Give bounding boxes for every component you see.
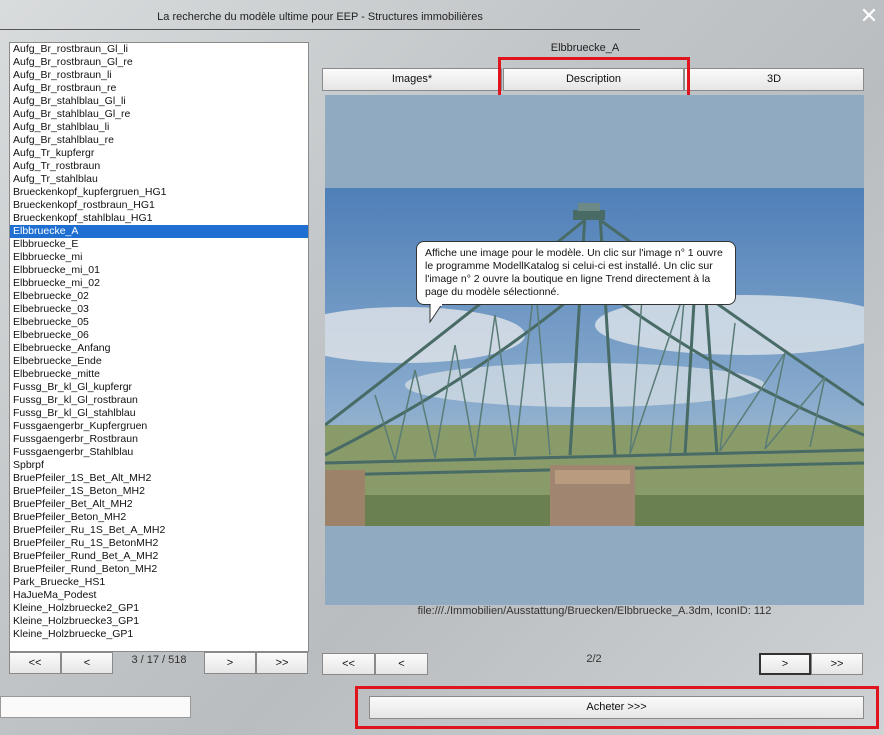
list-item[interactable]: Elbbruecke_mi_02 — [10, 277, 308, 290]
list-item[interactable]: Fussg_Br_kl_Gl_stahlblau — [10, 407, 308, 420]
list-item[interactable]: Elbbruecke_mi — [10, 251, 308, 264]
file-path: file:///./Immobilien/Ausstattung/Bruecke… — [417, 605, 772, 617]
list-item[interactable]: Kleine_Holzbruecke2_GP1 — [10, 602, 308, 615]
tooltip-tail-icon — [429, 304, 443, 324]
list-item[interactable]: Fussg_Br_kl_Gl_rostbraun — [10, 394, 308, 407]
image-last-button[interactable]: >> — [811, 653, 863, 675]
tab-images[interactable]: Images* — [322, 68, 502, 91]
list-item[interactable]: BruePfeiler_1S_Beton_MH2 — [10, 485, 308, 498]
list-item[interactable]: Aufg_Tr_rostbraun — [10, 160, 308, 173]
image-prev-button[interactable]: < — [375, 653, 428, 675]
list-item[interactable]: Aufg_Br_stahlblau_Gl_li — [10, 95, 308, 108]
help-tooltip: Affiche une image pour le modèle. Un cli… — [416, 241, 736, 305]
list-item[interactable]: Aufg_Br_rostbraun_li — [10, 69, 308, 82]
list-item[interactable]: Kleine_Holzbruecke3_GP1 — [10, 615, 308, 628]
list-item[interactable]: Aufg_Br_rostbraun_Gl_re — [10, 56, 308, 69]
list-item[interactable]: Elbebruecke_02 — [10, 290, 308, 303]
list-item[interactable]: Elbebruecke_Anfang — [10, 342, 308, 355]
list-prev-button[interactable]: < — [61, 652, 113, 674]
list-item[interactable]: Kleine_Holzbruecke_GP1 — [10, 628, 308, 641]
list-counter: 3 / 17 / 518 — [131, 654, 187, 666]
image-first-button[interactable]: << — [322, 653, 375, 675]
list-last-button[interactable]: >> — [256, 652, 308, 674]
list-item[interactable]: Fussgaengerbr_Stahlblau — [10, 446, 308, 459]
image-counter: 2/2 — [586, 653, 602, 665]
list-item[interactable]: BruePfeiler_Rund_Bet_A_MH2 — [10, 550, 308, 563]
list-next-button[interactable]: > — [204, 652, 256, 674]
list-item[interactable]: Aufg_Tr_kupfergr — [10, 147, 308, 160]
list-item[interactable]: Aufg_Br_stahlblau_li — [10, 121, 308, 134]
list-item[interactable]: Elbbruecke_mi_01 — [10, 264, 308, 277]
list-item[interactable]: Aufg_Br_stahlblau_Gl_re — [10, 108, 308, 121]
tab-3d[interactable]: 3D — [684, 68, 864, 91]
close-icon[interactable]: ✕ — [858, 5, 880, 28]
list-item[interactable]: Elbebruecke_03 — [10, 303, 308, 316]
list-item[interactable]: HaJueMa_Podest — [10, 589, 308, 602]
list-first-button[interactable]: << — [9, 652, 61, 674]
list-item[interactable]: Elbbruecke_A — [10, 225, 308, 238]
list-item[interactable]: Fussgaengerbr_Kupfergruen — [10, 420, 308, 433]
model-preview-image[interactable] — [325, 95, 864, 605]
list-item[interactable]: Elbebruecke_mitte — [10, 368, 308, 381]
list-item[interactable]: Brueckenkopf_rostbraun_HG1 — [10, 199, 308, 212]
list-item[interactable]: BruePfeiler_Beton_MH2 — [10, 511, 308, 524]
bridge-illustration — [325, 95, 864, 605]
image-next-button[interactable]: > — [759, 653, 811, 675]
list-item[interactable]: Brueckenkopf_stahlblau_HG1 — [10, 212, 308, 225]
list-item[interactable]: Spbrpf — [10, 459, 308, 472]
model-name: Elbbruecke_A — [550, 42, 620, 54]
list-item[interactable]: Aufg_Br_rostbraun_Gl_li — [10, 43, 308, 56]
list-item[interactable]: BruePfeiler_1S_Bet_Alt_MH2 — [10, 472, 308, 485]
list-item[interactable]: BruePfeiler_Ru_1S_Bet_A_MH2 — [10, 524, 308, 537]
list-item[interactable]: BruePfeiler_Rund_Beton_MH2 — [10, 563, 308, 576]
list-item[interactable]: Elbebruecke_05 — [10, 316, 308, 329]
window-title: La recherche du modèle ultime pour EEP -… — [0, 5, 640, 30]
model-list[interactable]: Aufg_Br_rostbraun_Gl_li Aufg_Br_rostbraun… — [9, 42, 309, 652]
list-item[interactable]: Brueckenkopf_kupfergruen_HG1 — [10, 186, 308, 199]
list-item[interactable]: Aufg_Br_rostbraun_re — [10, 82, 308, 95]
list-item[interactable]: Aufg_Tr_stahlblau — [10, 173, 308, 186]
list-item[interactable]: Fussg_Br_kl_Gl_kupfergr — [10, 381, 308, 394]
buy-highlight — [355, 686, 879, 729]
list-item[interactable]: BruePfeiler_Bet_Alt_MH2 — [10, 498, 308, 511]
list-item[interactable]: Aufg_Br_stahlblau_re — [10, 134, 308, 147]
list-item[interactable]: Fussgaengerbr_Rostbraun — [10, 433, 308, 446]
list-item[interactable]: Elbebruecke_06 — [10, 329, 308, 342]
list-item[interactable]: Park_Bruecke_HS1 — [10, 576, 308, 589]
status-field — [0, 696, 191, 718]
list-item[interactable]: Elbbruecke_E — [10, 238, 308, 251]
list-item[interactable]: Elbebruecke_Ende — [10, 355, 308, 368]
list-item[interactable]: BruePfeiler_Ru_1S_BetonMH2 — [10, 537, 308, 550]
